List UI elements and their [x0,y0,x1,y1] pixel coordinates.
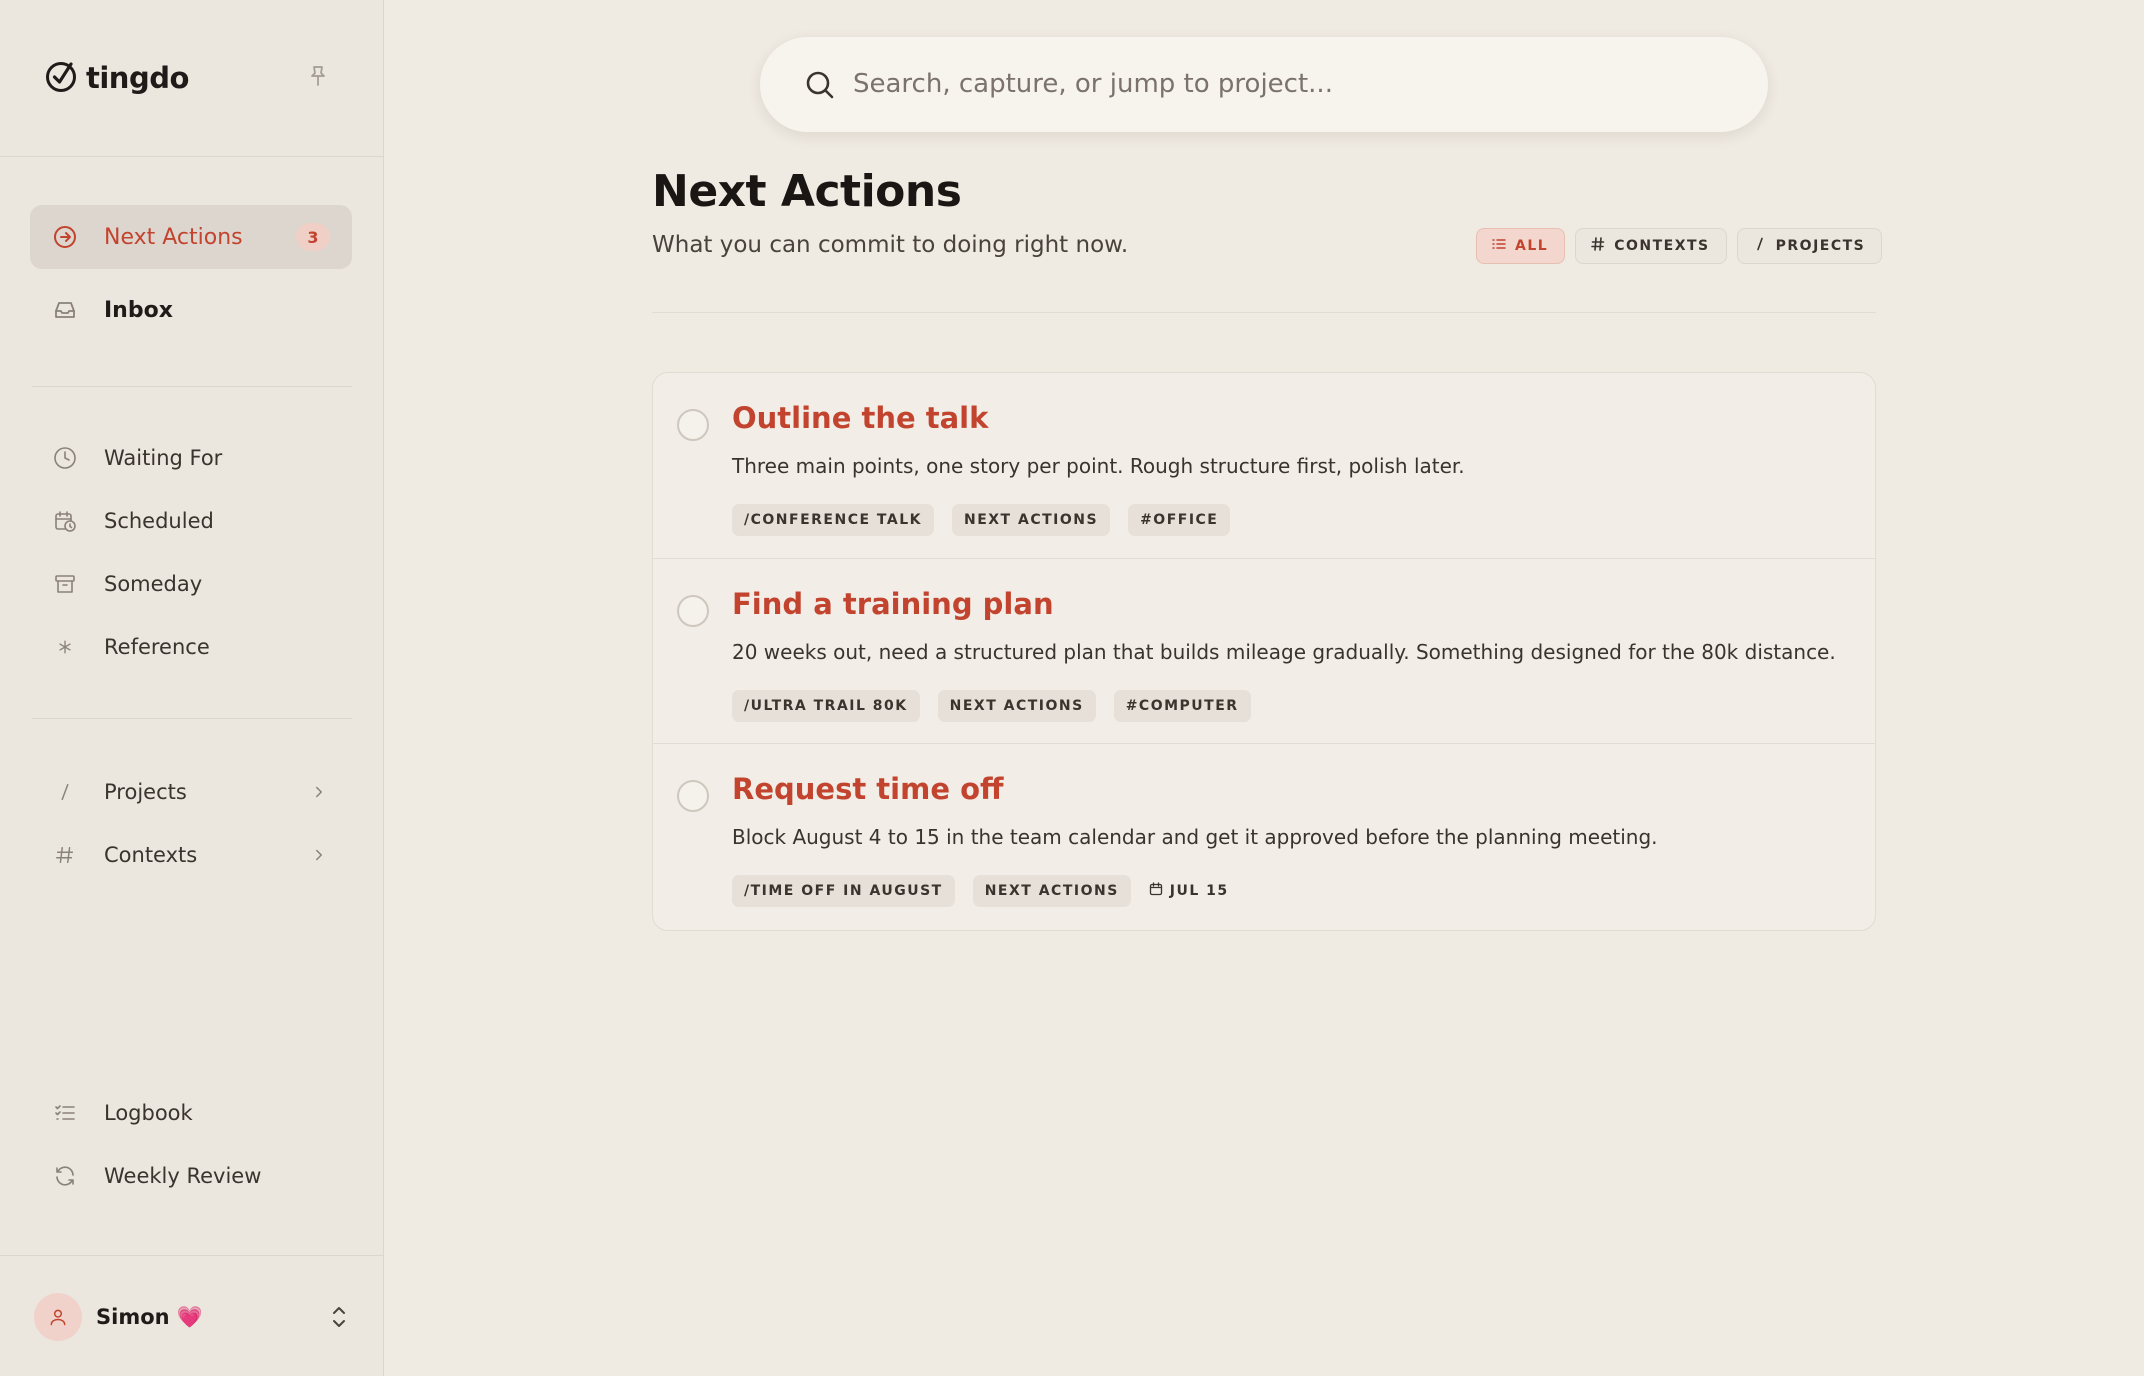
nav-label: Weekly Review [104,1164,262,1188]
task-title[interactable]: Outline the talk [732,401,988,435]
nav-logbook[interactable]: Logbook [30,1081,352,1145]
task-tags: /TIME OFF IN AUGUST NEXT ACTIONS JUL 15 [732,875,1229,907]
context-tag[interactable]: #COMPUTER [1113,689,1251,722]
view-filter: ALL CONTEXTS PROJECTS [1476,228,1883,264]
divider [0,1255,384,1256]
filter-projects[interactable]: PROJECTS [1736,228,1883,264]
logo-check-icon [44,59,78,97]
inbox-icon [52,297,78,323]
search-bar[interactable] [760,37,1768,132]
nav-label: Scheduled [104,509,214,533]
task-title[interactable]: Request time off [732,772,1004,806]
task-checkbox[interactable] [677,409,709,441]
user-menu[interactable]: Simon 💗 [34,1292,350,1342]
due-date-label: JUL 15 [1169,883,1229,899]
calendar-icon [1149,882,1163,900]
search-input[interactable] [853,59,1713,109]
divider [652,312,1876,313]
task-row[interactable]: Find a training plan 20 weeks out, need … [653,559,1875,744]
avatar [34,1293,82,1341]
count-badge: 3 [296,223,330,251]
clock-icon [52,445,78,471]
nav-scheduled[interactable]: Scheduled [30,489,352,553]
task-tags: /CONFERENCE TALK NEXT ACTIONS #OFFICE [732,504,1231,536]
hash-icon [52,842,78,868]
nav-someday[interactable]: Someday [30,552,352,616]
slash-icon [52,779,78,805]
app-name: tingdo [86,61,189,95]
filter-label: PROJECTS [1775,238,1866,254]
divider [32,718,352,719]
task-tags: /ULTRA TRAIL 80K NEXT ACTIONS #COMPUTER [732,689,1251,722]
nav-reference[interactable]: Reference [30,615,352,679]
nav-inbox[interactable]: Inbox [30,278,352,342]
nav-label: Logbook [104,1101,193,1125]
sidebar: tingdo Next Actions 3 Inbox Waiting For … [0,0,384,1376]
task-description: Three main points, one story per point. … [732,454,1465,478]
chevron-right-icon[interactable] [310,846,328,864]
task-list: Outline the talk Three main points, one … [652,372,1876,931]
chevron-up-down-icon[interactable] [328,1304,350,1330]
nav-label: Someday [104,572,203,596]
filter-contexts[interactable]: CONTEXTS [1575,228,1727,264]
nav-waiting-for[interactable]: Waiting For [30,426,352,490]
nav-label: Reference [104,635,210,659]
nav-label: Contexts [104,843,198,867]
divider [0,156,384,157]
refresh-icon [52,1163,78,1189]
task-description: 20 weeks out, need a structured plan tha… [732,639,1836,664]
task-row[interactable]: Outline the talk Three main points, one … [653,373,1875,559]
slash-icon [1752,236,1768,256]
brand-logo[interactable]: tingdo [44,58,189,98]
task-checkbox[interactable] [677,594,709,627]
chevron-right-icon[interactable] [310,783,328,801]
nav-label: Inbox [104,297,173,323]
list-tag[interactable]: NEXT ACTIONS [937,689,1096,722]
project-tag[interactable]: /TIME OFF IN AUGUST [732,875,955,907]
list-tag[interactable]: NEXT ACTIONS [951,504,1111,536]
page-subtitle: What you can commit to doing right now. [652,232,1129,258]
nav-weekly-review[interactable]: Weekly Review [30,1144,352,1208]
user-name: Simon 💗 [96,1304,204,1329]
calendar-clock-icon [52,508,78,534]
nav-contexts[interactable]: Contexts [30,823,352,887]
task-row[interactable]: Request time off Block August 4 to 15 in… [653,744,1875,930]
context-tag[interactable]: #OFFICE [1128,504,1231,536]
list-tag[interactable]: NEXT ACTIONS [972,875,1131,907]
nav-next-actions[interactable]: Next Actions 3 [30,205,352,269]
hash-icon [1590,236,1606,256]
search-icon [804,69,836,101]
page-title: Next Actions [652,166,962,217]
task-checkbox[interactable] [677,780,709,812]
task-description: Block August 4 to 15 in the team calenda… [732,825,1658,849]
nav-projects[interactable]: Projects [30,760,352,824]
due-date: JUL 15 [1149,882,1229,900]
archive-icon [52,571,78,597]
project-tag[interactable]: /ULTRA TRAIL 80K [732,689,920,722]
filter-all[interactable]: ALL [1476,228,1566,264]
filter-label: ALL [1515,238,1549,254]
filter-label: CONTEXTS [1614,238,1710,254]
task-title[interactable]: Find a training plan [732,587,1054,621]
checklist-icon [52,1100,78,1126]
nav-label: Projects [104,780,187,804]
asterisk-icon [52,634,78,660]
list-icon [1491,236,1507,256]
arrow-right-circle-icon [52,224,78,250]
nav-label: Waiting For [104,446,223,470]
project-tag[interactable]: /CONFERENCE TALK [732,504,934,536]
nav-label: Next Actions [104,224,243,250]
divider [32,386,352,387]
pin-icon[interactable] [306,64,330,88]
